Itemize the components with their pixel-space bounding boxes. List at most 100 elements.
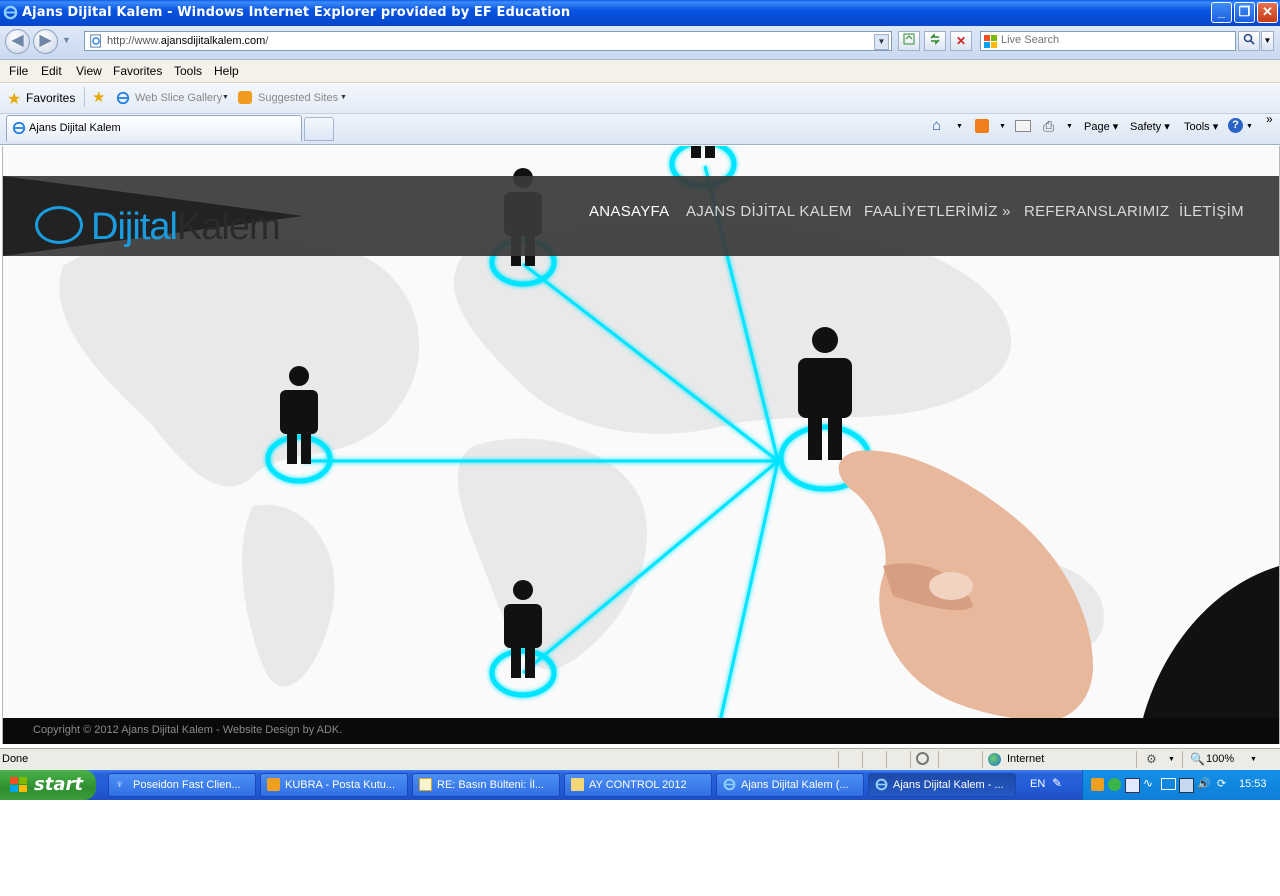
protected-mode-icon[interactable]: ⚙ <box>1146 752 1157 766</box>
ie-icon <box>875 778 888 791</box>
pen-icon[interactable]: ✎ <box>1052 776 1062 790</box>
tab-ajans-dijital-kalem[interactable]: Ajans Dijital Kalem <box>6 115 302 141</box>
compatibility-view-button[interactable] <box>898 31 920 51</box>
clock[interactable]: 15:53 <box>1239 778 1267 790</box>
security-zone-label: Internet <box>1007 753 1045 765</box>
outlook-tray-icon[interactable] <box>1091 778 1104 791</box>
compat-icon <box>903 33 915 45</box>
app-tray-icon[interactable] <box>1125 778 1140 793</box>
status-text: Done <box>2 753 29 765</box>
address-url[interactable]: http://www.ajansdijitalkalem.com/ <box>107 35 268 47</box>
network-tray-icon[interactable] <box>1161 778 1176 790</box>
menu-view[interactable]: View <box>76 64 102 78</box>
nav-referanslarimiz[interactable]: REFERANSLARIMIZ <box>1024 203 1169 220</box>
nav-ajans-dijital-kalem[interactable]: AJANS DİJİTAL KALEM <box>686 203 852 220</box>
search-box[interactable] <box>980 31 1236 51</box>
privacy-icon[interactable] <box>916 752 929 765</box>
window-title-bar[interactable]: Ajans Dijital Kalem - Windows Internet E… <box>0 0 1280 26</box>
start-button[interactable]: start <box>0 770 96 800</box>
taskbar-item-poseidon[interactable]: ♆ Poseidon Fast Clien... <box>108 773 256 797</box>
search-button[interactable] <box>1238 31 1260 51</box>
minimize-button[interactable]: _ <box>1211 2 1232 23</box>
menu-file[interactable]: File <box>9 64 28 78</box>
chevron-down-icon[interactable]: ▼ <box>1066 123 1073 130</box>
page-menu-label: Page <box>1084 121 1110 133</box>
chevron-down-icon[interactable]: ▼ <box>956 123 963 130</box>
language-indicator[interactable]: EN <box>1030 778 1045 790</box>
start-label: start <box>34 774 83 795</box>
recent-pages-dropdown-icon[interactable]: ▼ <box>62 35 71 45</box>
nav-anasayfa[interactable]: ANASAYFA <box>589 203 669 220</box>
safety-menu[interactable]: Safety ▾ <box>1130 120 1170 133</box>
menu-help[interactable]: Help <box>214 64 239 78</box>
taskbar-item-label: KUBRA - Posta Kutu... <box>285 779 396 791</box>
add-favorite-icon[interactable]: ★ <box>92 88 105 106</box>
security-tray-icon[interactable] <box>1108 778 1121 791</box>
address-dropdown-icon[interactable]: ▼ <box>874 34 889 50</box>
url-suffix: / <box>265 35 269 47</box>
taskbar-item-ajans-dijital-kalem-2[interactable]: Ajans Dijital Kalem - ... <box>868 773 1016 797</box>
favorites-bar: ★ Favorites ★ Web Slice Gallery ▼ Sugges… <box>0 83 1280 114</box>
magnifier-icon <box>1243 33 1255 45</box>
url-domain: ajansdijitalkalem.com <box>160 35 266 47</box>
favorites-button[interactable]: Favorites <box>26 91 75 105</box>
print-icon[interactable]: ⎙ <box>1043 118 1054 135</box>
chevron-down-icon[interactable]: ▼ <box>222 94 229 101</box>
chevron-down-icon[interactable]: ▼ <box>1246 123 1253 130</box>
suggested-sites-link[interactable]: Suggested Sites <box>258 92 338 104</box>
taskbar-item-ay-control[interactable]: AY CONTROL 2012 <box>564 773 712 797</box>
stop-icon: ✕ <box>955 34 967 48</box>
taskbar-item-basin-bulteni[interactable]: RE: Basın Bülteni: İl... <box>412 773 560 797</box>
ie-page-icon <box>12 121 26 135</box>
nav-iletisim[interactable]: İLETİŞİM <box>1179 203 1244 220</box>
favorites-star-icon: ★ <box>7 91 22 108</box>
logo-text-kalem: Kalem <box>176 206 281 248</box>
web-slice-gallery-link[interactable]: Web Slice Gallery <box>135 92 222 104</box>
page-menu[interactable]: Page ▾ <box>1084 120 1118 133</box>
speaker-tray-icon[interactable]: 🔊 <box>1197 777 1211 790</box>
divider <box>1182 751 1183 768</box>
search-input[interactable] <box>1001 34 1226 46</box>
forward-button[interactable]: ▶ <box>33 29 58 54</box>
divider <box>910 751 911 768</box>
chevron-down-icon[interactable]: ▼ <box>999 123 1006 130</box>
more-commands-icon[interactable]: » <box>1266 112 1273 126</box>
close-window-button[interactable]: ✕ <box>1257 2 1278 23</box>
chevron-down-icon[interactable]: ▼ <box>1168 756 1175 763</box>
site-logo[interactable]: DijitalKalem <box>33 206 281 249</box>
back-button[interactable]: ◀ <box>5 29 30 54</box>
zoom-icon: 🔍 <box>1190 752 1205 766</box>
feeds-icon[interactable] <box>975 119 989 133</box>
search-options-button[interactable]: ▼ <box>1261 31 1274 51</box>
taskbar-item-ajans-dijital-kalem-1[interactable]: Ajans Dijital Kalem (... <box>716 773 864 797</box>
new-tab-button[interactable] <box>304 117 334 141</box>
menu-edit[interactable]: Edit <box>41 64 62 78</box>
divider <box>838 751 839 768</box>
zoom-level[interactable]: 100% <box>1206 753 1234 765</box>
display-tray-icon[interactable] <box>1179 778 1194 793</box>
divider <box>1136 751 1137 768</box>
logo-text-dijital: Dijital <box>91 206 178 248</box>
menu-favorites[interactable]: Favorites <box>113 64 162 78</box>
menu-tools[interactable]: Tools <box>174 64 202 78</box>
tools-menu[interactable]: Tools ▾ <box>1184 120 1218 133</box>
site-header: DijitalKalem ANASAYFA AJANS DİJİTAL KALE… <box>3 176 1279 256</box>
home-icon[interactable]: ⌂ <box>932 117 941 134</box>
update-tray-icon[interactable]: ⟳ <box>1217 777 1226 790</box>
mail-icon[interactable] <box>1015 120 1031 132</box>
refresh-button[interactable] <box>924 31 946 51</box>
folder-icon <box>571 778 584 791</box>
divider <box>982 751 983 768</box>
nav-faaliyetlerimiz[interactable]: FAALİYETLERİMİZ » <box>864 203 1011 220</box>
chevron-down-icon[interactable]: ▼ <box>1250 756 1257 763</box>
stop-button[interactable]: ✕ <box>950 31 972 51</box>
help-icon[interactable]: ? <box>1228 118 1243 133</box>
address-bar[interactable]: http://www.ajansdijitalkalem.com/ ▼ <box>84 31 892 51</box>
url-prefix: http://www. <box>107 35 161 47</box>
taskbar-item-kubra-mail[interactable]: KUBRA - Posta Kutu... <box>260 773 408 797</box>
chevron-down-icon[interactable]: ▼ <box>340 94 347 101</box>
activity-tray-icon[interactable]: ∿ <box>1143 776 1153 790</box>
suggested-sites-icon <box>238 91 252 104</box>
window-title: Ajans Dijital Kalem - Windows Internet E… <box>22 5 571 20</box>
restore-button[interactable]: ❐ <box>1234 2 1255 23</box>
